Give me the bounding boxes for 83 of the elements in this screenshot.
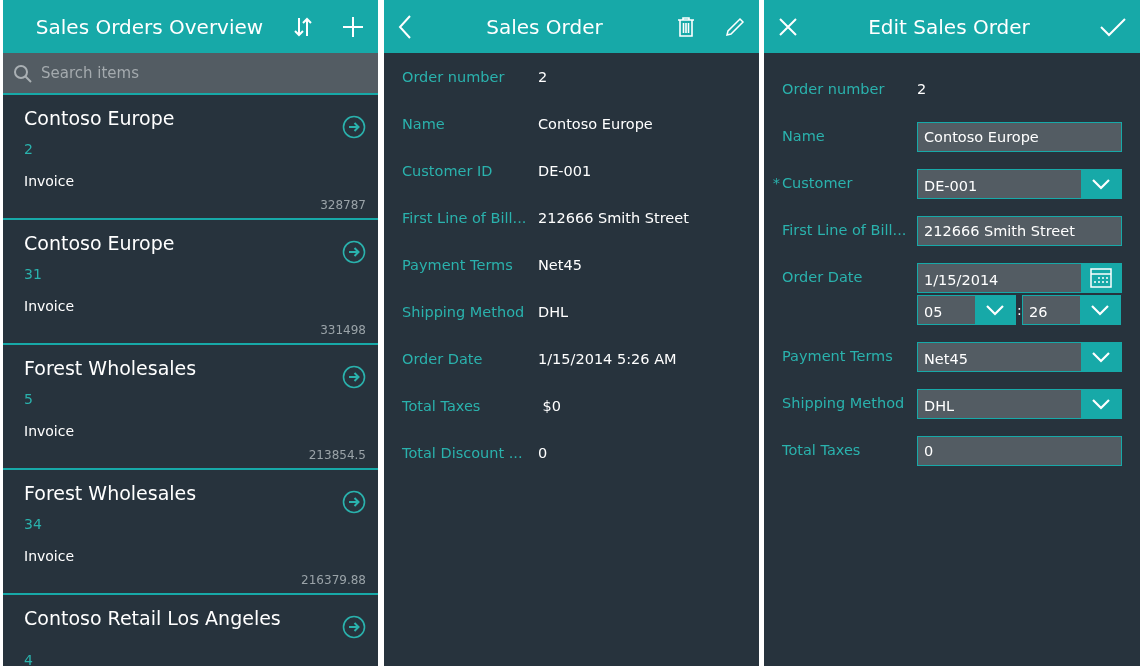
dropdown-field[interactable]: DE-001 — [917, 169, 1122, 199]
text-field[interactable]: Contoso Europe — [917, 122, 1122, 152]
customer-name: Contoso Europe — [24, 106, 176, 131]
field-label: Order number — [782, 80, 886, 97]
field-value: 2 — [917, 80, 927, 97]
order-number: 5 — [24, 390, 34, 409]
calendar-icon — [1090, 268, 1112, 288]
order-amount: 328787 — [319, 198, 366, 215]
close-icon[interactable] — [778, 16, 798, 37]
chevron-down-icon — [1091, 398, 1111, 410]
order-list-item[interactable]: Contoso Retail Los Angeles 4 — [3, 595, 378, 666]
chevron-down-icon — [1091, 351, 1111, 363]
date-picker-field[interactable]: 1/15/2014 — [917, 263, 1122, 293]
trash-icon[interactable] — [677, 16, 695, 37]
field-value: 1/15/2014 5:26 AM — [538, 351, 677, 367]
arrow-circle-icon[interactable] — [342, 115, 366, 139]
pencil-icon[interactable] — [725, 16, 745, 37]
order-number: 2 — [24, 140, 34, 159]
field-label: Name — [402, 116, 446, 132]
back-icon[interactable] — [398, 14, 412, 39]
field-label: Total Taxes — [402, 398, 482, 414]
field-value: Contoso Europe — [538, 116, 653, 132]
order-list-item[interactable]: Forest Wholesales 34 Invoice 216379.88 — [3, 470, 378, 595]
checkmark-icon[interactable] — [1100, 16, 1126, 37]
field-label: Payment Terms — [782, 347, 894, 364]
order-list-item[interactable]: Contoso Europe 31 Invoice 331498 — [3, 220, 378, 345]
field-label: First Line of Bill... — [782, 221, 908, 238]
order-amount: 213854.5 — [307, 448, 366, 465]
field-label: Customer ID — [402, 163, 494, 179]
field-value: DE-001 — [538, 163, 592, 179]
order-number: 34 — [24, 515, 43, 534]
minute-dropdown[interactable]: 26 — [1022, 295, 1121, 325]
add-icon[interactable] — [342, 15, 364, 38]
chevron-down-icon — [1091, 178, 1111, 190]
search-field[interactable]: Search items — [3, 53, 378, 95]
text-field[interactable]: 212666 Smith Street — [917, 216, 1122, 246]
dropdown-field[interactable]: DHL — [917, 389, 1122, 419]
hour-dropdown[interactable]: 05 — [917, 295, 1016, 325]
field-label: Payment Terms — [402, 257, 514, 273]
order-type: Invoice — [24, 547, 76, 566]
customer-name: Contoso Retail Los Angeles — [24, 606, 282, 631]
field-label: First Line of Bill... — [402, 210, 528, 226]
customer-name: Forest Wholesales — [24, 356, 198, 381]
field-value: $0 — [541, 398, 562, 414]
field-label: Shipping Method — [782, 394, 906, 411]
arrow-circle-icon[interactable] — [342, 240, 366, 264]
arrow-circle-icon[interactable] — [342, 490, 366, 514]
field-label: Total Taxes — [782, 441, 862, 458]
order-amount: 216379.88 — [300, 573, 366, 590]
sort-icon[interactable] — [292, 15, 314, 38]
customer-name: Contoso Europe — [24, 231, 176, 256]
field-value: Net45 — [538, 257, 582, 273]
order-amount: 331498 — [319, 323, 366, 340]
order-list-item[interactable]: Forest Wholesales 5 Invoice 213854.5 — [3, 345, 378, 470]
field-value: 0 — [538, 445, 548, 461]
chevron-down-icon — [1090, 304, 1110, 316]
field-label: Shipping Method — [402, 304, 526, 320]
order-number: 31 — [24, 265, 43, 284]
field-label: Order Date — [782, 268, 864, 285]
order-number: 4 — [24, 651, 34, 666]
field-label: Order number — [402, 69, 506, 85]
field-label: Customer — [782, 174, 854, 191]
time-separator: : — [1017, 302, 1021, 318]
field-value: 2 — [538, 69, 548, 85]
dropdown-field[interactable]: Net45 — [917, 342, 1122, 372]
field-label: Total Discount ... — [402, 445, 524, 461]
order-type: Invoice — [24, 422, 76, 441]
order-type: Invoice — [24, 297, 76, 316]
order-type: Invoice — [24, 172, 76, 191]
field-value: 212666 Smith Street — [538, 210, 689, 226]
arrow-circle-icon[interactable] — [342, 365, 366, 389]
required-marker: * — [772, 175, 780, 191]
customer-name: Forest Wholesales — [24, 481, 198, 506]
field-label: Name — [782, 127, 826, 144]
field-label: Order Date — [402, 351, 484, 367]
text-field[interactable]: 0 — [917, 436, 1122, 466]
field-value: DHL — [538, 304, 569, 320]
chevron-down-icon — [985, 304, 1005, 316]
screen-title: Sales Orders Overview — [34, 14, 265, 39]
screen-title: Sales Order — [485, 14, 604, 39]
screen-title: Edit Sales Order — [867, 14, 1031, 39]
order-list-item[interactable]: Contoso Europe 2 Invoice 328787 — [3, 95, 378, 220]
arrow-circle-icon[interactable] — [342, 615, 366, 639]
